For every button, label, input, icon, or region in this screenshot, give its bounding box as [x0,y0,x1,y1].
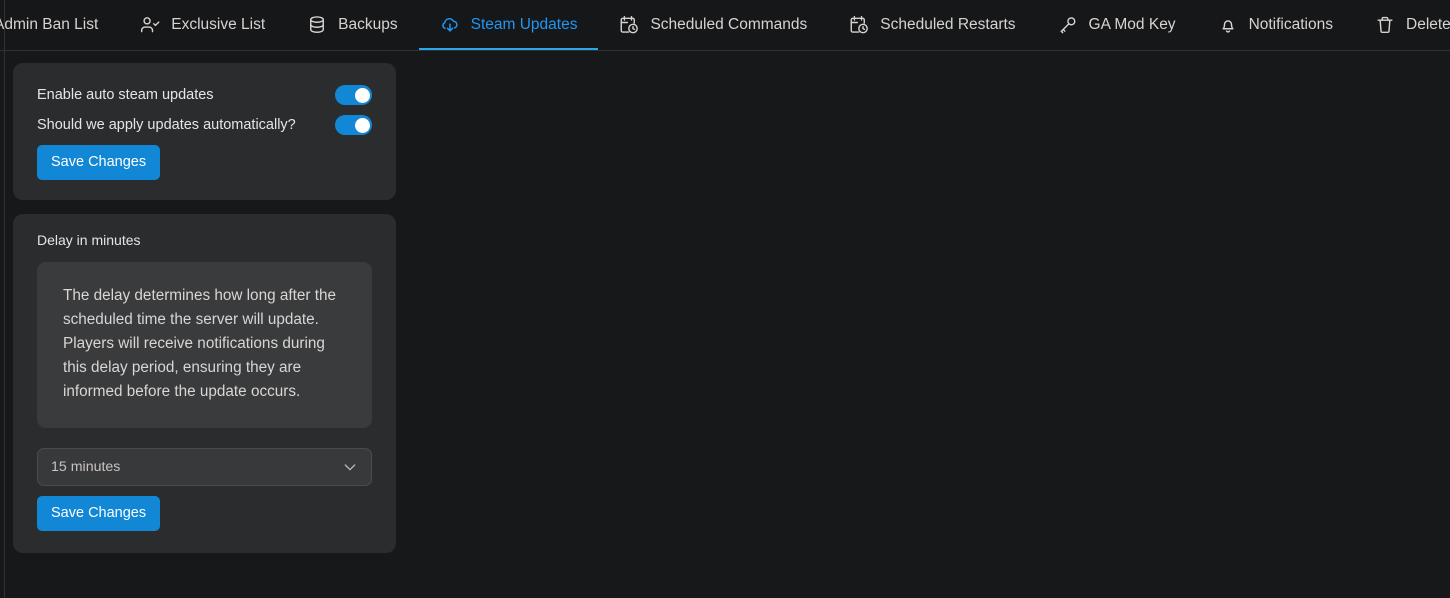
save-changes-button-settings[interactable]: Save Changes [37,145,161,180]
main-content: Enable auto steam updates Should we appl… [0,51,1450,598]
tab-ga-mod-key[interactable]: GA Mod Key [1037,1,1197,50]
tab-scheduled-commands[interactable]: Scheduled Commands [598,1,828,50]
chevron-down-icon [342,459,358,475]
toggle-label: Enable auto steam updates [37,87,214,103]
tab-delete-container[interactable]: Delete Container [1354,1,1450,50]
steam-update-settings-card: Enable auto steam updates Should we appl… [13,63,396,200]
key-icon [1058,15,1078,35]
toggle-row-apply-updates-automatically: Should we apply updates automatically? [37,115,372,135]
tab-scheduled-restarts[interactable]: Scheduled Restarts [828,1,1036,50]
tab-exclusive-list[interactable]: Exclusive List [119,1,286,50]
enable-auto-steam-updates-toggle[interactable] [335,85,372,105]
tab-scroll-container: Admin Ban List Exclusive List Backups St… [0,0,1450,50]
tab-label: GA Mod Key [1088,15,1176,33]
left-rail-divider [4,0,5,598]
tab-label: Backups [338,15,398,33]
toggle-label: Should we apply updates automatically? [37,117,296,133]
delay-in-minutes-label: Delay in minutes [37,232,141,248]
tab-admin-ban-list[interactable]: Admin Ban List [0,1,119,50]
tab-label: Scheduled Restarts [880,15,1016,33]
tab-label: Admin Ban List [0,15,99,33]
tab-label: Delete Container [1406,15,1450,33]
settings-actions: Save Changes [37,145,372,180]
delay-minutes-select[interactable]: 15 minutes [37,448,372,486]
delay-settings-card: Delay in minutes The delay determines ho… [13,214,396,553]
app-root: Admin Ban List Exclusive List Backups St… [0,0,1450,598]
bell-icon [1218,15,1238,35]
tab-label: Steam Updates [470,15,578,33]
database-icon [307,15,327,35]
tab-label: Notifications [1248,15,1333,33]
calendar-clock-icon [619,15,639,35]
tab-notifications[interactable]: Notifications [1197,1,1354,50]
toggle-knob [354,87,370,103]
tab-label: Scheduled Commands [650,15,808,33]
delay-minutes-selected-value: 15 minutes [51,459,121,475]
trash-icon [1375,15,1395,35]
apply-updates-automatically-toggle[interactable] [335,115,372,135]
tab-label: Exclusive List [171,15,266,33]
delay-description-box: The delay determines how long after the … [37,262,372,428]
save-changes-button-delay[interactable]: Save Changes [37,496,161,531]
delay-actions: Save Changes [37,496,372,531]
top-tab-bar[interactable]: Admin Ban List Exclusive List Backups St… [0,0,1450,51]
user-check-icon [140,15,160,35]
tab-steam-updates[interactable]: Steam Updates [418,1,599,50]
calendar-clock-icon [849,15,869,35]
toggle-row-enable-auto-updates: Enable auto steam updates [37,85,372,105]
toggle-knob [354,117,370,133]
cloud-download-icon [440,15,460,35]
tab-backups[interactable]: Backups [286,1,418,50]
